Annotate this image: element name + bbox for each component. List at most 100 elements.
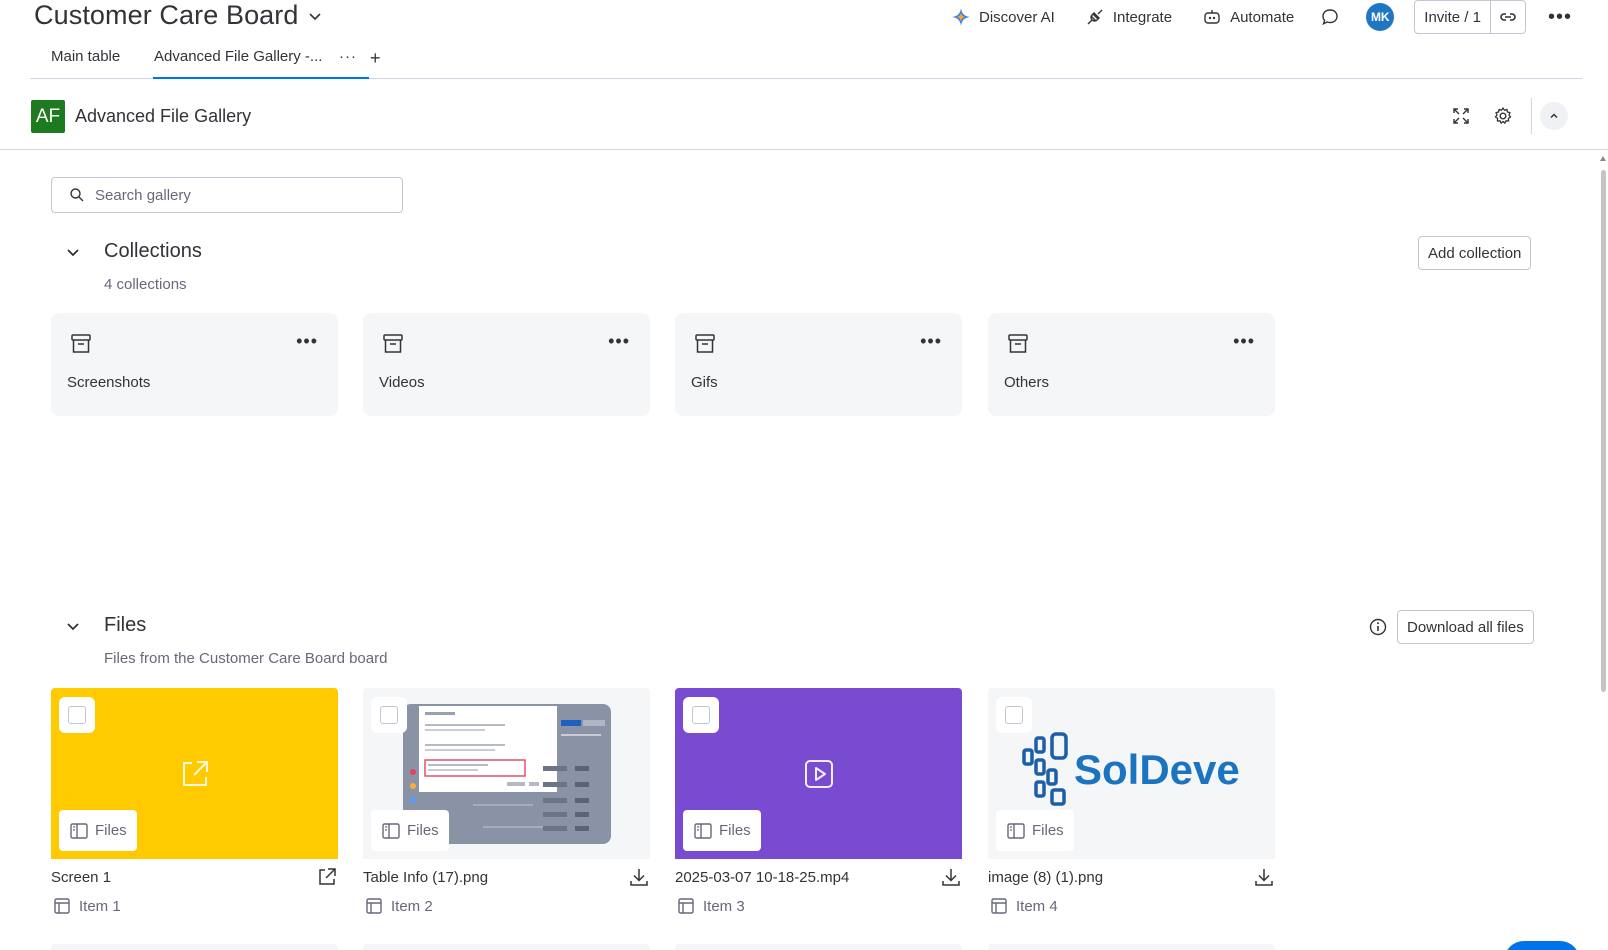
collection-more-menu[interactable]: ••• <box>920 332 942 350</box>
collection-name: Others <box>1004 374 1050 391</box>
soldevelo-logo-image: SolDevelo <box>1022 732 1242 806</box>
file-card-next-row <box>363 944 650 950</box>
scrollbar-thumb[interactable] <box>1601 170 1606 692</box>
chat-bubble-icon <box>1322 9 1338 26</box>
top-actions: Discover AI Integrate Automate MK Invite… <box>921 0 1572 34</box>
open-external-icon[interactable] <box>316 866 338 888</box>
archive-box-icon <box>71 334 91 353</box>
collection-name: Videos <box>379 374 425 391</box>
file-thumbnail[interactable]: Files <box>363 688 650 859</box>
integrate-label: Integrate <box>1112 8 1173 26</box>
files-column-tag[interactable]: Files <box>371 810 449 851</box>
scrollbar[interactable] <box>1598 152 1608 950</box>
updates-button[interactable] <box>1320 7 1340 27</box>
collapse-header-button[interactable] <box>1540 102 1568 130</box>
help-floating-button[interactable] <box>1504 941 1580 950</box>
copy-link-button[interactable] <box>1491 1 1525 33</box>
tab-more-menu[interactable]: ··· <box>339 48 357 65</box>
board-title[interactable]: Customer Care Board <box>34 0 323 31</box>
file-card-next-row <box>675 944 962 950</box>
link-icon <box>1500 13 1516 21</box>
file-item-label: Item 3 <box>703 897 745 915</box>
avatar[interactable]: MK <box>1366 3 1395 31</box>
download-icon[interactable] <box>628 866 650 888</box>
file-thumbnail[interactable]: Files <box>675 688 962 859</box>
files-column-tag[interactable]: Files <box>683 810 761 851</box>
robot-icon <box>1204 10 1220 24</box>
tab-advanced-file-gallery[interactable]: Advanced File Gallery -... <box>153 48 369 79</box>
automate-button[interactable]: Automate <box>1202 7 1294 27</box>
file-select-checkbox[interactable] <box>59 697 95 733</box>
file-select-checkbox[interactable] <box>996 697 1032 733</box>
discover-ai-label: Discover AI <box>978 8 1055 26</box>
file-card[interactable]: Files Screen 1 Item 1 <box>51 688 338 915</box>
collections-title: Collections <box>104 240 202 262</box>
download-icon[interactable] <box>940 866 962 888</box>
collection-card-others[interactable]: ••• Others <box>988 313 1275 416</box>
invite-group: Invite / 1 <box>1414 0 1526 34</box>
gear-icon <box>1494 107 1512 124</box>
fullscreen-button[interactable] <box>1443 98 1479 134</box>
info-icon[interactable] <box>1368 617 1388 637</box>
file-item-link[interactable]: Item 3 <box>677 897 745 915</box>
files-header: Files <box>64 614 146 637</box>
invite-button[interactable]: Invite / 1 <box>1415 1 1491 33</box>
column-icon <box>70 822 88 839</box>
search-icon <box>70 188 84 202</box>
plug-icon <box>1087 9 1103 25</box>
board-header: Customer Care Board Discover AI Integrat… <box>0 0 1608 36</box>
settings-button[interactable] <box>1485 98 1521 134</box>
search-box <box>51 177 403 213</box>
collection-card-gifs[interactable]: ••• Gifs <box>675 313 962 416</box>
sparkle-icon <box>951 8 970 26</box>
collections-header: Collections <box>64 240 202 263</box>
file-select-checkbox[interactable] <box>683 697 719 733</box>
file-item-link[interactable]: Item 4 <box>990 897 1058 915</box>
item-icon <box>54 898 70 914</box>
board-more-menu[interactable]: ••• <box>1548 6 1572 29</box>
collapse-files-chevron-icon[interactable] <box>64 617 82 635</box>
download-icon[interactable] <box>1253 866 1275 888</box>
item-icon <box>678 898 694 914</box>
open-external-icon <box>182 760 208 786</box>
file-name: image (8) (1).png <box>988 869 1104 886</box>
file-select-checkbox[interactable] <box>371 697 407 733</box>
file-card[interactable]: Files Table Info (17).png Item 2 <box>363 688 650 915</box>
item-icon <box>366 898 382 914</box>
download-all-files-button[interactable]: Download all files <box>1397 610 1534 644</box>
archive-box-icon <box>1008 334 1028 353</box>
collection-card-videos[interactable]: ••• Videos <box>363 313 650 416</box>
collection-more-menu[interactable]: ••• <box>608 332 630 350</box>
chevron-up-icon <box>1550 113 1558 119</box>
app-header: AF Advanced File Gallery <box>0 80 1608 150</box>
scroll-up-arrow[interactable] <box>1600 156 1606 161</box>
file-thumbnail[interactable]: SolDevelo Files <box>988 688 1275 859</box>
logo-text: SolDevelo <box>1074 746 1242 793</box>
collection-card-screenshots[interactable]: ••• Screenshots <box>51 313 338 416</box>
files-column-tag[interactable]: Files <box>59 810 137 851</box>
app-logo: AF <box>31 100 65 133</box>
tab-main-table[interactable]: Main table <box>51 48 120 79</box>
file-item-link[interactable]: Item 2 <box>365 897 433 915</box>
discover-ai-button[interactable]: Discover AI <box>951 7 1055 27</box>
file-card[interactable]: SolDevelo Files image (8) (1).png Item 4 <box>988 688 1275 915</box>
file-item-label: Item 1 <box>79 897 121 915</box>
app-tools <box>1437 98 1568 134</box>
search-input[interactable] <box>95 186 375 204</box>
collapse-collections-chevron-icon[interactable] <box>64 243 82 261</box>
collection-name: Gifs <box>691 374 718 391</box>
collection-more-menu[interactable]: ••• <box>296 332 318 350</box>
files-column-tag[interactable]: Files <box>996 810 1074 851</box>
file-card-next-row <box>51 944 338 950</box>
add-collection-button[interactable]: Add collection <box>1418 236 1532 270</box>
file-name: Table Info (17).png <box>363 869 489 886</box>
file-card[interactable]: Files 2025-03-07 10-18-25.mp4 Item 3 <box>675 688 962 915</box>
integrate-button[interactable]: Integrate <box>1085 7 1172 27</box>
file-item-link[interactable]: Item 1 <box>53 897 121 915</box>
automate-label: Automate <box>1230 8 1295 26</box>
files-title: Files <box>104 614 147 636</box>
add-view-button[interactable]: + <box>370 48 381 68</box>
collection-name: Screenshots <box>67 374 151 391</box>
file-thumbnail[interactable]: Files <box>51 688 338 859</box>
collection-more-menu[interactable]: ••• <box>1233 332 1255 350</box>
